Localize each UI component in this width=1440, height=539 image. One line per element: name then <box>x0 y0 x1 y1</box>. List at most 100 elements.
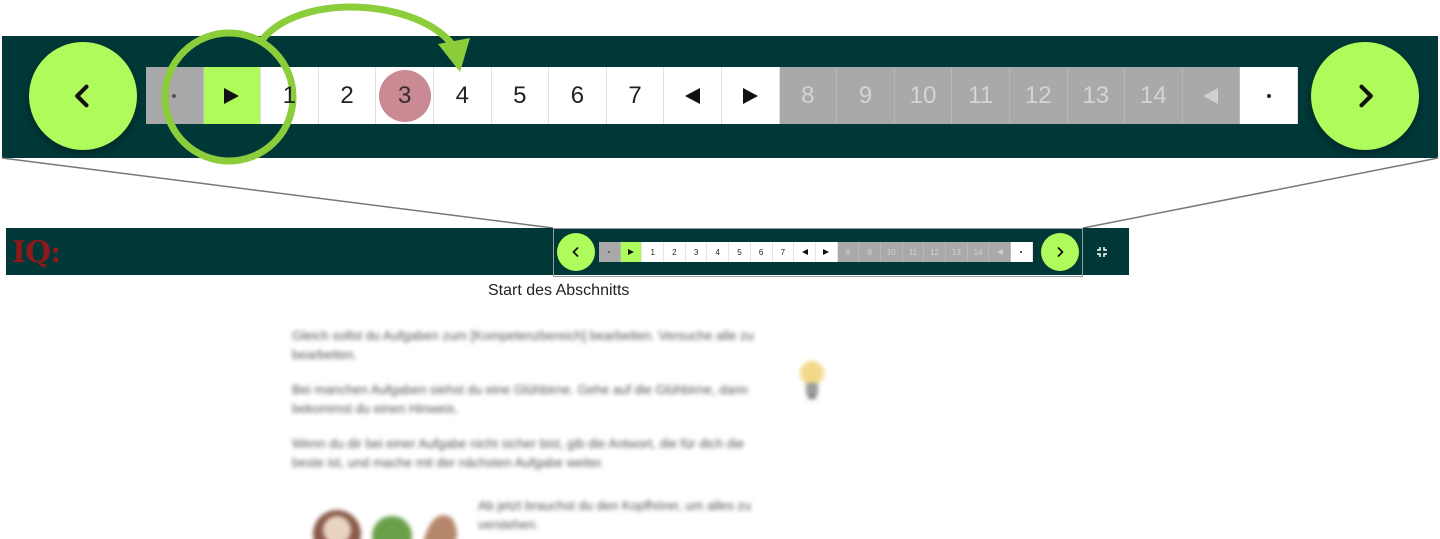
page-cell-13: 13 <box>946 242 968 262</box>
page-cell-11: 11 <box>902 242 925 262</box>
zoom-page-cell-13: 13 <box>1067 67 1126 124</box>
zoom-page-cell-11: 11 <box>952 67 1010 124</box>
page-cell-4[interactable]: 4 <box>707 242 730 262</box>
lightbulb-icon[interactable] <box>797 358 827 403</box>
zoom-guide-line-left <box>1 157 554 229</box>
triangle-right-icon <box>628 249 635 255</box>
prev-button[interactable] <box>557 233 595 271</box>
zoom-page-cell-8: 8 <box>779 67 838 124</box>
page-number-label: 12 <box>930 247 940 257</box>
page-cell-7[interactable]: 7 <box>772 242 795 262</box>
intro-paragraph-1: Gleich sollst du Aufgaben zum [Kompetenz… <box>292 328 754 362</box>
dot-icon <box>608 251 611 253</box>
section-label: Start des Abschnitts <box>488 282 630 299</box>
zoom-page-strip: 1 2 3 4 5 6 7 8 9 10 11 12 13 14 <box>146 67 1298 124</box>
page-cell-9: 9 <box>859 242 881 262</box>
page-number-label: 8 <box>801 81 815 109</box>
page-number-label: 10 <box>886 247 896 257</box>
triangle-right-icon <box>742 87 758 104</box>
page-number-label: 1 <box>282 81 297 109</box>
triangle-left-icon <box>996 249 1003 255</box>
page-number-label: 1 <box>650 247 655 257</box>
page-number-label: 7 <box>780 247 786 257</box>
zoom-page-cell-12: 12 <box>1009 67 1068 124</box>
app-header: IQ: 1 2 3 4 5 6 7 8 9 10 11 12 13 14 <box>6 228 1129 277</box>
zoom-page-cell-2[interactable]: 2 <box>318 67 377 124</box>
page-number-label: 11 <box>968 81 994 109</box>
page-strip: 1 2 3 4 5 6 7 8 9 10 11 12 13 14 <box>599 242 1033 262</box>
page-cell-14: 14 <box>967 242 990 262</box>
zoom-page-cell-4[interactable]: 4 <box>433 67 492 124</box>
page-number-label: 2 <box>672 247 677 257</box>
page-number-label: 3 <box>397 81 412 109</box>
page-number-label: 14 <box>973 247 983 257</box>
page-number-label: 5 <box>737 247 742 257</box>
dot-icon <box>1020 251 1023 253</box>
page-number-label: 11 <box>908 247 918 257</box>
page-number-label: 6 <box>758 247 764 257</box>
page-cell-arrow-left-9[interactable] <box>794 242 816 262</box>
zoom-page-cell-9: 9 <box>837 67 895 124</box>
page-number-label: 5 <box>513 81 527 109</box>
headphone-instruction: Ab jetzt brauchst du den Kopfhörer, um a… <box>478 498 752 532</box>
dot-icon <box>172 93 177 98</box>
page-number-label: 13 <box>1082 81 1110 109</box>
triangle-right-icon <box>224 87 240 104</box>
triangle-left-icon <box>801 249 808 255</box>
zoom-page-cell-3[interactable]: 3 <box>376 67 434 124</box>
zoom-page-cell-arrow-right-10[interactable] <box>721 67 780 124</box>
triangle-right-icon <box>823 249 830 255</box>
headphones-characters-illustration <box>313 510 457 539</box>
fullscreen-exit-icon[interactable] <box>1096 246 1108 258</box>
page-number-label: 9 <box>867 247 872 257</box>
page-number-label: 10 <box>909 81 937 109</box>
zoom-page-cell-arrow-right-1[interactable] <box>203 67 262 124</box>
page-cell-6[interactable]: 6 <box>750 242 773 262</box>
logo-text: IQ: <box>12 234 61 270</box>
zoom-page-cell-1[interactable]: 1 <box>261 67 319 124</box>
page-number-label: 12 <box>1024 81 1052 109</box>
zoom-page-cell-dot-19[interactable] <box>1240 67 1298 124</box>
chevron-right-icon <box>1359 84 1373 108</box>
page-cell-3[interactable]: 3 <box>685 242 708 262</box>
chevron-right-icon <box>1057 247 1064 257</box>
page-cell-10: 10 <box>880 242 903 262</box>
navigation-frame: 1 2 3 4 5 6 7 8 9 10 11 12 13 14 <box>553 228 1083 277</box>
zoom-page-cell-5[interactable]: 5 <box>491 67 550 124</box>
page-number-label: 6 <box>570 81 585 109</box>
page-number-label: 14 <box>1140 81 1167 109</box>
intro-paragraph-2: Bei manchen Aufgaben siehst du eine Glüh… <box>292 382 749 416</box>
page-cell-2[interactable]: 2 <box>664 242 686 262</box>
chevron-left-icon <box>75 84 89 108</box>
page-cell-5[interactable]: 5 <box>729 242 751 262</box>
triangle-left-icon <box>1203 87 1219 104</box>
page-cell-arrow-right-10[interactable] <box>815 242 838 262</box>
intro-content: Gleich sollst du Aufgaben zum [Kompetenz… <box>292 326 852 539</box>
page-number-label: 2 <box>340 81 354 109</box>
intro-paragraph-3: Wenn du dir bei einer Aufgabe nicht sich… <box>292 436 745 470</box>
next-button[interactable] <box>1041 233 1079 271</box>
page-cell-8: 8 <box>837 242 860 262</box>
zoom-prev-button[interactable] <box>29 42 137 150</box>
zoomed-navigation-bar: 1 2 3 4 5 6 7 8 9 10 11 12 13 14 <box>2 36 1438 158</box>
page-cell-dot-0 <box>599 242 621 262</box>
page-number-label: 13 <box>951 247 961 257</box>
page-cell-arrow-right-1[interactable] <box>620 242 643 262</box>
logo: IQ: <box>12 234 61 270</box>
page-number-label: 7 <box>628 81 642 109</box>
page-cell-dot-19[interactable] <box>1011 242 1033 262</box>
page-number-label: 4 <box>715 247 720 257</box>
zoom-next-button[interactable] <box>1311 42 1419 150</box>
zoom-page-cell-arrow-left-18 <box>1182 67 1241 124</box>
page-number-label: 3 <box>693 247 699 257</box>
zoom-page-cell-10: 10 <box>894 67 953 124</box>
page-cell-arrow-left-18 <box>989 242 1012 262</box>
dot-icon <box>1266 93 1271 98</box>
zoom-guide-line-right <box>1082 157 1439 229</box>
zoom-page-cell-6[interactable]: 6 <box>549 67 607 124</box>
page-cell-1[interactable]: 1 <box>642 242 665 262</box>
page-number-label: 9 <box>858 81 873 109</box>
zoom-page-cell-arrow-left-9[interactable] <box>664 67 722 124</box>
zoom-page-cell-7[interactable]: 7 <box>606 67 665 124</box>
chevron-left-icon <box>572 247 579 257</box>
